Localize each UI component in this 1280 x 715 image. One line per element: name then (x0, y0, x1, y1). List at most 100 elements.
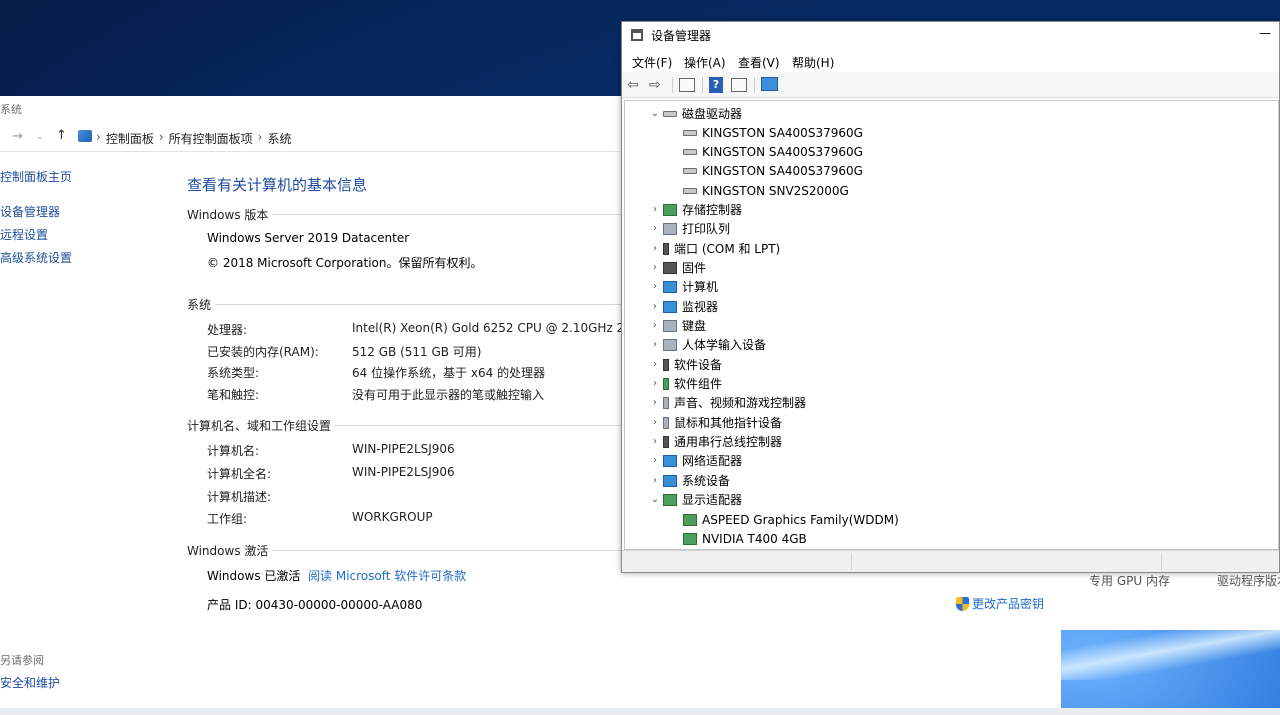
pen-touch-value: 没有可用于此显示器的笔或触控输入 (352, 388, 545, 402)
tree-display-adapters[interactable]: ⌄ 显示适配器 (647, 490, 742, 509)
tree-network-adapters[interactable]: › 网络适配器 (647, 451, 742, 470)
breadcrumb-all-items[interactable]: 所有控制面板项 (169, 130, 253, 147)
minimize-button[interactable]: — (1259, 26, 1271, 40)
tree-monitors[interactable]: › 监视器 (647, 297, 718, 316)
tree-software-devices[interactable]: › 软件设备 (647, 355, 722, 374)
chevron-right-icon[interactable]: › (647, 223, 663, 234)
tree-hid[interactable]: › 人体学输入设备 (647, 335, 766, 354)
storage-controller-icon (663, 203, 677, 216)
disk-icon (683, 167, 697, 174)
chevron-right-icon[interactable]: › (647, 417, 663, 428)
chevron-down-icon[interactable]: ⌄ (647, 494, 663, 505)
display-adapter-icon (683, 532, 697, 545)
tree-device-display[interactable]: ASPEED Graphics Family(WDDM) (683, 510, 899, 529)
forward-icon[interactable]: ⇨ (649, 76, 661, 94)
back-arrow-icon[interactable]: → (12, 129, 23, 144)
breadcrumb-control-panel[interactable]: 控制面板 (106, 130, 154, 147)
display-adapter-icon (663, 493, 677, 506)
tree-system-devices[interactable]: › 系统设备 (647, 471, 730, 490)
section-windows-edition: Windows 版本 (187, 206, 627, 223)
tree-disk-drives[interactable]: ⌄ 磁盘驱动器 (647, 104, 742, 123)
scan-hardware-icon[interactable] (761, 77, 778, 91)
chevron-right-icon[interactable]: › (647, 397, 663, 408)
sidebar-remote-settings[interactable]: 远程设置 (0, 226, 48, 243)
tree-software-components[interactable]: › 软件组件 (647, 374, 722, 393)
chevron-right-icon[interactable]: › (647, 378, 663, 389)
port-icon (663, 242, 669, 255)
full-name-value: WIN-PIPE2LSJ906 (352, 465, 455, 479)
tree-sound-video[interactable]: › 声音、视频和游戏控制器 (647, 393, 806, 412)
tree-device-disk[interactable]: KINGSTON SA400S37960G (683, 142, 863, 161)
chevron-down-icon[interactable]: ⌄ (36, 132, 44, 142)
tree-ports[interactable]: › 端口 (COM 和 LPT) (647, 239, 780, 258)
software-component-icon (663, 377, 669, 390)
chevron-right-icon[interactable]: › (647, 475, 663, 486)
chevron-right-icon[interactable]: › (647, 320, 663, 331)
sidebar-control-panel-home[interactable]: 控制面板主页 (0, 168, 72, 185)
section-heading: Windows 激活 (187, 544, 269, 558)
tree-label: 人体学输入设备 (682, 338, 767, 352)
breadcrumb-system[interactable]: 系统 (267, 130, 291, 147)
toolbar-separator (672, 77, 673, 93)
tree-device-disk[interactable]: KINGSTON SNV2S2000G (683, 181, 849, 200)
tree-usb-controllers[interactable]: › 通用串行总线控制器 (647, 432, 782, 451)
tree-mice[interactable]: › 鼠标和其他指针设备 (647, 413, 782, 432)
software-device-icon (663, 358, 669, 371)
tree-computer[interactable]: › 计算机 (647, 277, 718, 296)
tree-storage-controllers[interactable]: › 存储控制器 (647, 200, 742, 219)
network-adapter-icon (663, 454, 677, 467)
menu-action[interactable]: 操作(A) (684, 54, 726, 71)
chevron-down-icon[interactable]: ⌄ (647, 108, 663, 119)
up-arrow-icon[interactable]: ↑ (56, 128, 67, 143)
tree-device-disk[interactable]: KINGSTON SA400S37960G (683, 123, 863, 142)
status-bar (622, 550, 1279, 572)
chevron-right-icon[interactable]: › (647, 359, 663, 370)
computer-name-label: 计算机名: (207, 444, 260, 458)
chevron-right-icon[interactable]: › (647, 455, 663, 466)
tree-label: 系统设备 (682, 474, 731, 488)
processor-label: 处理器: (207, 323, 248, 337)
chevron-right-icon[interactable]: › (647, 301, 663, 312)
license-terms-link[interactable]: 阅读 Microsoft 软件许可条款 (308, 569, 466, 583)
menu-file[interactable]: 文件(F) (632, 54, 672, 71)
chevron-right-icon[interactable]: › (647, 262, 663, 273)
tree-device-display[interactable]: NVIDIA T400 4GB (683, 529, 807, 548)
disk-icon (683, 148, 697, 155)
security-maintenance-link[interactable]: 安全和维护 (0, 674, 60, 691)
back-icon[interactable]: ⇦ (627, 76, 639, 94)
tree-label: ASPEED Graphics Family(WDDM) (702, 512, 899, 527)
menu-view[interactable]: 查看(V) (738, 54, 780, 71)
system-device-icon (663, 474, 677, 487)
shield-icon (956, 596, 969, 611)
device-manager-titlebar[interactable]: 设备管理器 — (622, 22, 1279, 48)
show-hide-tree-icon[interactable] (731, 78, 747, 92)
sidebar-advanced-settings[interactable]: 高级系统设置 (0, 249, 72, 266)
firmware-icon (663, 261, 677, 274)
chevron-right-icon[interactable]: › (647, 339, 663, 350)
chevron-right-icon[interactable]: › (647, 436, 663, 447)
computer-icon (663, 280, 677, 293)
toolbar-separator (754, 77, 755, 93)
chevron-right-icon: › (158, 130, 164, 144)
tree-device-disk[interactable]: KINGSTON SA400S37960G (683, 161, 863, 180)
processor-value: Intel(R) Xeon(R) Gold 6252 CPU @ 2.10GHz… (352, 321, 644, 335)
chevron-right-icon: › (257, 130, 263, 144)
chevron-right-icon[interactable]: › (647, 243, 663, 254)
help-icon[interactable]: ? (709, 77, 723, 93)
properties-icon[interactable] (679, 78, 695, 92)
change-product-key-button[interactable]: 更改产品密钥 (956, 595, 1044, 612)
tree-label: 声音、视频和游戏控制器 (674, 396, 807, 410)
tree-keyboards[interactable]: › 键盘 (647, 316, 706, 335)
pen-touch-label: 笔和触控: (207, 388, 260, 402)
chevron-right-icon[interactable]: › (647, 281, 663, 292)
tree-print-queues[interactable]: › 打印队列 (647, 219, 730, 238)
column-dedicated-gpu-memory[interactable]: 专用 GPU 内存 (1089, 572, 1170, 589)
column-driver-version[interactable]: 驱动程序版本 (1217, 572, 1280, 589)
menu-help[interactable]: 帮助(H) (792, 54, 834, 71)
tree-firmware[interactable]: › 固件 (647, 258, 706, 277)
disk-drive-icon (663, 110, 677, 117)
tree-label: KINGSTON SNV2S2000G (702, 183, 849, 198)
sidebar-device-manager[interactable]: 设备管理器 (0, 203, 60, 220)
chevron-right-icon[interactable]: › (647, 204, 663, 215)
ram-label: 已安装的内存(RAM): (207, 345, 319, 359)
